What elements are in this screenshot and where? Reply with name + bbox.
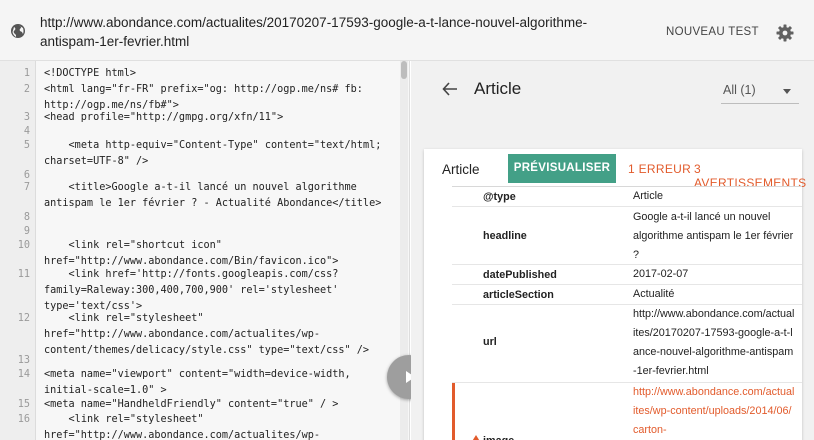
- line-number: 15: [17, 399, 30, 410]
- card-type-label: Article: [442, 162, 480, 177]
- scrollbar-thumb[interactable]: [401, 61, 407, 79]
- property-key: image: [483, 435, 514, 440]
- new-test-button[interactable]: NOUVEAU TEST: [666, 26, 759, 38]
- code-text: <link rel="shortcut icon" href="http://w…: [44, 240, 339, 267]
- top-bar: http://www.abondance.com/actualites/2017…: [0, 0, 814, 61]
- gear-icon[interactable]: [776, 24, 794, 42]
- line-number: 16: [17, 414, 30, 425]
- property-row[interactable]: headline Google a-t-il lancé un nouvel a…: [452, 206, 802, 264]
- code-text: <link href='http://fonts.googleapis.com/…: [44, 269, 345, 312]
- code-text: <meta name="viewport" content="width=dev…: [44, 369, 357, 396]
- chevron-down-icon: [783, 89, 791, 94]
- errors-link[interactable]: 1 ERREUR: [628, 162, 691, 176]
- line-number: 2: [23, 84, 30, 95]
- arrow-left-icon[interactable]: [441, 80, 459, 98]
- results-pane: Article All (1) Article PRÉVISUALISER 1 …: [411, 61, 814, 440]
- property-value[interactable]: http://www.abondance.com/actualites/wp-c…: [633, 383, 795, 440]
- property-value: Article: [633, 190, 663, 202]
- code-text: <meta http-equiv="Content-Type" content=…: [44, 140, 388, 167]
- property-key: datePublished: [483, 269, 557, 281]
- line-number: 7: [23, 182, 30, 193]
- source-code-pane[interactable]: 1 <!DOCTYPE html> 2 <html lang="fr-FR" p…: [0, 61, 410, 440]
- warning-icon: [471, 435, 481, 440]
- property-row-warning[interactable]: image http://www.abondance.com/actualite…: [452, 382, 802, 440]
- code-text: <link rel="stylesheet" href="http://www.…: [44, 313, 370, 356]
- globe-icon: [11, 24, 25, 38]
- property-key: headline: [483, 230, 527, 242]
- line-number: 11: [17, 269, 30, 280]
- property-value: Google a-t-il lancé un nouvel algorithme…: [633, 211, 794, 261]
- property-value: 2017-02-07: [633, 268, 689, 280]
- property-key: articleSection: [483, 289, 554, 301]
- preview-button[interactable]: PRÉVISUALISER: [508, 154, 616, 183]
- warning-indicator-bar: [452, 383, 455, 440]
- property-value: Actualité: [633, 288, 675, 300]
- property-row[interactable]: datePublished 2017-02-07: [452, 264, 802, 284]
- line-number: 1: [23, 68, 30, 79]
- line-number: 12: [17, 313, 30, 324]
- code-text: <meta name="HandheldFriendly" content="t…: [44, 399, 339, 410]
- filter-dropdown[interactable]: All (1): [721, 78, 799, 104]
- code-text: <title>Google a-t-il lancé un nouvel alg…: [44, 182, 382, 209]
- property-key: url: [483, 336, 497, 348]
- property-row[interactable]: @type Article: [452, 186, 802, 206]
- code-text: <head profile="http://gmpg.org/xfn/11">: [44, 112, 284, 123]
- property-key: @type: [483, 191, 516, 203]
- code-text: <!DOCTYPE html>: [44, 68, 137, 79]
- property-row[interactable]: url http://www.abondance.com/actualites/…: [452, 304, 802, 382]
- page-title: Article: [474, 79, 522, 98]
- code-text: <link rel="stylesheet" href="http://www.…: [44, 414, 321, 440]
- filter-value: All (1): [723, 83, 756, 97]
- tested-url[interactable]: http://www.abondance.com/actualites/2017…: [40, 13, 645, 51]
- line-number: 10: [17, 240, 30, 251]
- line-number: 14: [17, 369, 30, 380]
- property-value: http://www.abondance.com/actualites/2017…: [633, 308, 795, 377]
- structured-data-card: Article PRÉVISUALISER 1 ERREUR 3 AVERTIS…: [424, 149, 806, 440]
- property-row[interactable]: articleSection Actualité: [452, 284, 802, 304]
- line-number: 5: [23, 140, 30, 151]
